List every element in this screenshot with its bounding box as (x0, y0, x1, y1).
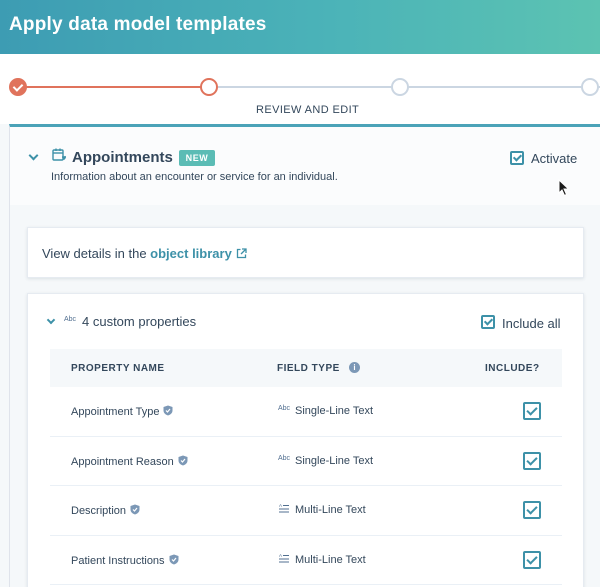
current-step-label: REVIEW AND EDIT (256, 104, 360, 116)
checkmark-icon (526, 404, 538, 416)
object-title: Appointments (72, 149, 173, 166)
checkmark-icon (526, 503, 538, 515)
multiline-text-icon: A (279, 503, 289, 513)
single-line-text-icon: Abc (278, 454, 291, 462)
column-header-name: PROPERTY NAME (71, 363, 165, 374)
stepper-line-pending (218, 86, 600, 88)
checkmark-icon (526, 453, 538, 466)
properties-count-title[interactable]: 4 custom properties (82, 314, 196, 329)
field-type: Multi-Line Text (295, 553, 366, 566)
step-1-complete[interactable] (9, 78, 27, 96)
include-all-label[interactable]: Include all (502, 316, 561, 331)
new-badge: NEW (179, 150, 215, 166)
object-description: Information about an encounter or servic… (51, 171, 338, 183)
multiline-text-icon: A (279, 553, 289, 562)
table-row: Patient Instructions A Multi-Line Text (50, 536, 562, 585)
stepper-line-complete (26, 86, 202, 88)
library-prefix: View details in the (42, 246, 151, 261)
object-library-link[interactable]: object library (150, 246, 232, 261)
collapse-chevron-icon[interactable] (28, 150, 39, 161)
step-3[interactable] (391, 78, 409, 96)
table-row: Appointment Type Abc Single-Line Text (50, 387, 562, 437)
single-line-text-icon: Abc (278, 405, 291, 412)
property-name: Patient Instructions (71, 554, 179, 567)
properties-table: PROPERTY NAME FIELD TYPE i INCLUDE? Appo… (50, 349, 562, 585)
include-checkbox[interactable] (523, 550, 541, 569)
table-header: PROPERTY NAME FIELD TYPE i INCLUDE? (50, 349, 562, 387)
include-all-checkbox[interactable] (481, 315, 495, 329)
custom-properties-card: Abc 4 custom properties Include all PROP… (27, 293, 584, 587)
checkmark-icon (512, 152, 523, 162)
shield-check-icon (163, 405, 173, 416)
page-header: Apply data model templates (0, 0, 600, 54)
property-name: Description (71, 504, 140, 517)
shield-check-icon (178, 455, 188, 465)
info-icon[interactable]: i (349, 362, 360, 373)
table-row: Appointment Reason Abc Single-Line Text (50, 437, 562, 486)
include-checkbox[interactable] (523, 451, 541, 470)
property-name: Appointment Reason (71, 455, 188, 468)
page-title: Apply data model templates (9, 14, 267, 35)
step-2-current[interactable] (200, 78, 218, 96)
include-checkbox[interactable] (523, 402, 541, 420)
step-4[interactable] (581, 78, 599, 96)
svg-text:A: A (279, 553, 282, 558)
activate-label[interactable]: Activate (531, 151, 577, 166)
mouse-cursor-icon (558, 179, 570, 197)
shield-check-icon (130, 504, 140, 515)
include-checkbox[interactable] (523, 501, 541, 519)
column-header-type: FIELD TYPE (277, 363, 340, 374)
field-type: Single-Line Text (295, 405, 374, 417)
progress-stepper: REVIEW AND EDIT (0, 54, 600, 124)
text-type-icon: Abc (64, 316, 77, 323)
object-panel: Appointments NEW Information about an en… (9, 124, 600, 587)
table-row: Description A Multi-Line Text (50, 486, 562, 536)
svg-text:A: A (279, 503, 282, 508)
field-type: Multi-Line Text (295, 504, 366, 516)
shield-check-icon (169, 554, 179, 564)
object-library-card: View details in the object library (27, 227, 584, 278)
properties-chevron-icon[interactable] (46, 315, 56, 325)
field-type: Single-Line Text (295, 454, 374, 467)
object-header: Appointments NEW Information about an en… (10, 127, 600, 205)
check-icon (12, 81, 24, 92)
checkmark-icon (483, 316, 494, 326)
library-text: View details in the object library (42, 246, 247, 261)
checkmark-icon (526, 552, 538, 565)
calendar-heart-icon (52, 148, 66, 161)
activate-checkbox[interactable] (510, 151, 524, 165)
column-header-include: INCLUDE? (485, 363, 540, 374)
external-link-icon[interactable] (236, 248, 247, 259)
property-name: Appointment Type (71, 405, 173, 418)
